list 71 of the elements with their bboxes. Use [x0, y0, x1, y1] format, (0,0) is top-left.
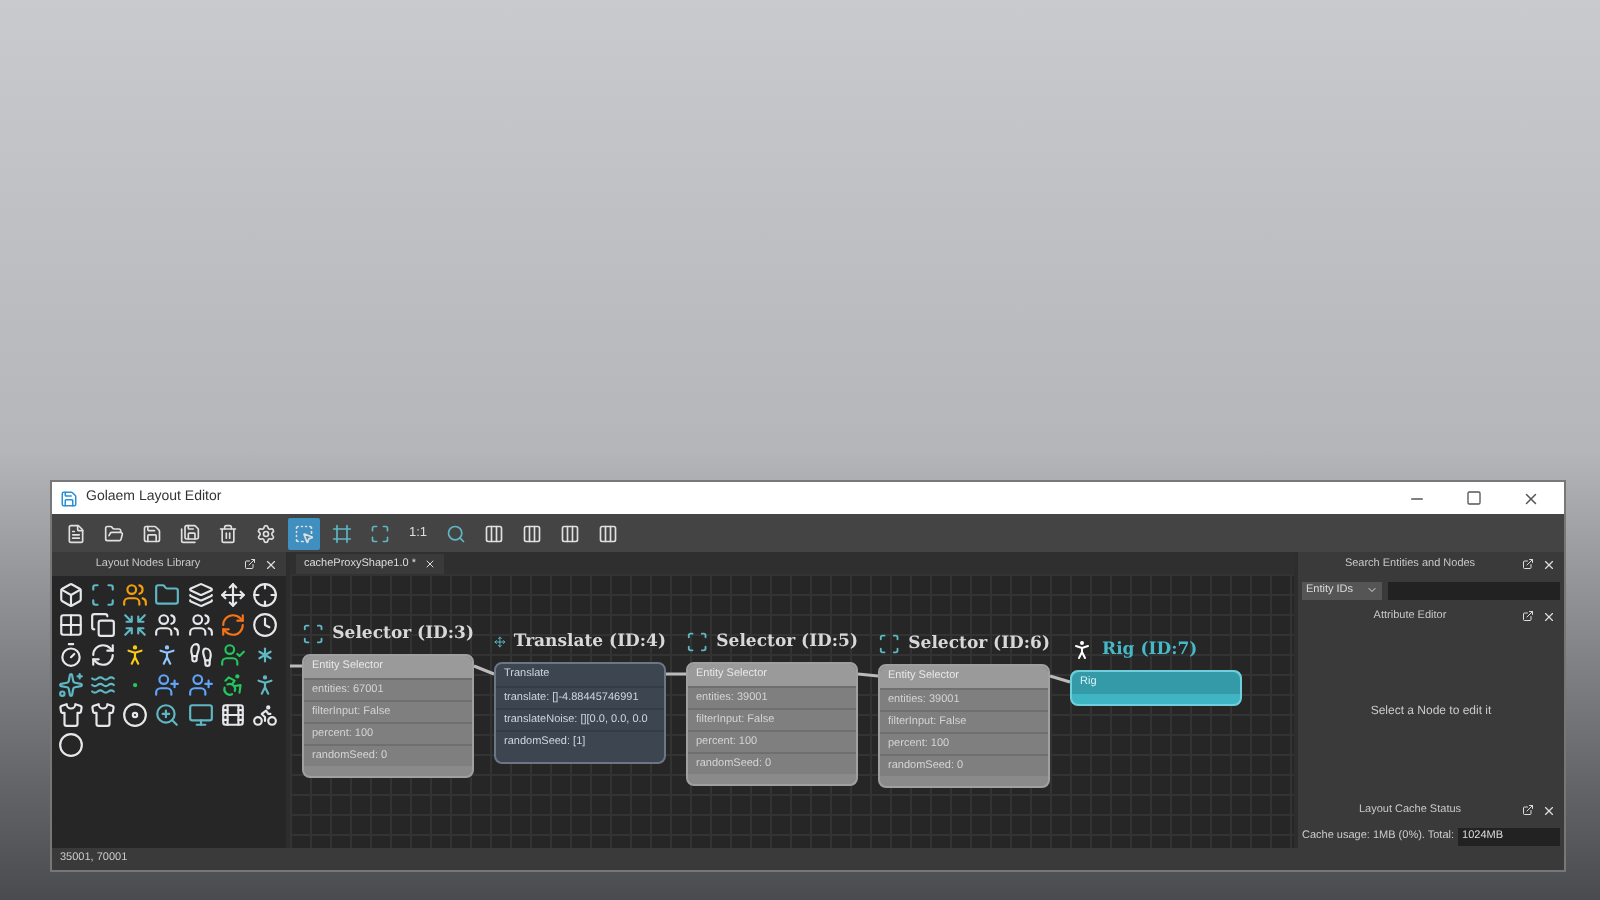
node-title: Selector (ID:3): [332, 621, 474, 647]
float-icon[interactable]: [244, 558, 256, 570]
columns-icon: [484, 523, 504, 543]
dashed-square-icon[interactable]: [90, 582, 117, 608]
close-icon[interactable]: [1522, 489, 1540, 507]
dashed-square-icon: [878, 632, 901, 656]
person-icon[interactable]: [154, 642, 181, 668]
person-icon[interactable]: [251, 672, 278, 698]
columns-icon: [560, 523, 580, 543]
person-plus-icon[interactable]: [187, 672, 214, 698]
sparkle-icon[interactable]: [58, 672, 84, 698]
connector-line: [473, 664, 495, 676]
cube-icon[interactable]: [58, 582, 84, 608]
float-icon[interactable]: [1522, 610, 1534, 622]
grid-icon[interactable]: [58, 612, 84, 638]
disc-icon[interactable]: [122, 702, 149, 728]
people-icon[interactable]: [154, 612, 181, 638]
person-plus-icon[interactable]: [154, 672, 181, 698]
timer-icon[interactable]: [58, 642, 84, 668]
float-icon[interactable]: [1522, 804, 1534, 816]
person-check-icon[interactable]: [219, 642, 246, 668]
maximize-icon: [370, 523, 390, 543]
node-title: Rig (ID:7): [1102, 637, 1198, 663]
folder-icon: [104, 523, 124, 543]
dashed-square-icon: [686, 630, 709, 654]
search-icon: [446, 523, 466, 543]
save-all-icon: [180, 523, 200, 543]
bike-icon[interactable]: [251, 702, 278, 728]
zoom-icon[interactable]: [154, 702, 181, 728]
person-icon[interactable]: [122, 642, 149, 668]
node-graph-canvas[interactable]: [290, 574, 1294, 848]
connector-line: [857, 672, 879, 678]
chevron-down-icon: [1366, 584, 1378, 596]
crosshair-icon[interactable]: [251, 582, 278, 608]
person-icon: [1070, 638, 1094, 662]
folder-icon[interactable]: [154, 582, 181, 608]
clock-icon[interactable]: [251, 612, 278, 638]
connector-line: [290, 664, 302, 668]
selection-icon: [294, 523, 314, 543]
connector-line: [1049, 674, 1071, 684]
clapperboard-icon[interactable]: [219, 702, 246, 728]
shrink-icon[interactable]: [122, 612, 149, 638]
columns-icon: [598, 523, 618, 543]
shirt-icon[interactable]: [58, 702, 84, 728]
columns-icon: [522, 523, 542, 543]
wave-icon[interactable]: [90, 672, 117, 698]
maximize-icon[interactable]: [1466, 490, 1482, 506]
node-title: Selector (ID:6): [908, 631, 1050, 657]
save-icon: [142, 523, 162, 543]
selection-button[interactable]: [288, 517, 320, 549]
refresh-icon[interactable]: [219, 612, 246, 638]
people-icon[interactable]: [187, 612, 214, 638]
app-icon: [60, 489, 78, 507]
monitor-icon[interactable]: [187, 702, 214, 728]
document-icon: [66, 523, 86, 543]
shirt-icon[interactable]: [90, 702, 117, 728]
connector-line: [666, 672, 686, 676]
settings-icon: [256, 523, 276, 543]
people-icon[interactable]: [122, 582, 149, 608]
node-title: Selector (ID:5): [716, 629, 858, 655]
layers-icon[interactable]: [187, 582, 214, 608]
float-icon[interactable]: [1522, 558, 1534, 570]
trash-icon: [218, 523, 238, 543]
copy-icon[interactable]: [90, 612, 117, 638]
rotate-icon[interactable]: [90, 642, 117, 668]
node-title: Translate (ID:4): [513, 629, 666, 655]
search-field[interactable]: [1388, 581, 1560, 599]
frame-icon: [332, 523, 352, 543]
circle-icon[interactable]: [58, 732, 84, 758]
move-icon[interactable]: [219, 582, 246, 608]
dashed-square-icon: [302, 622, 325, 646]
